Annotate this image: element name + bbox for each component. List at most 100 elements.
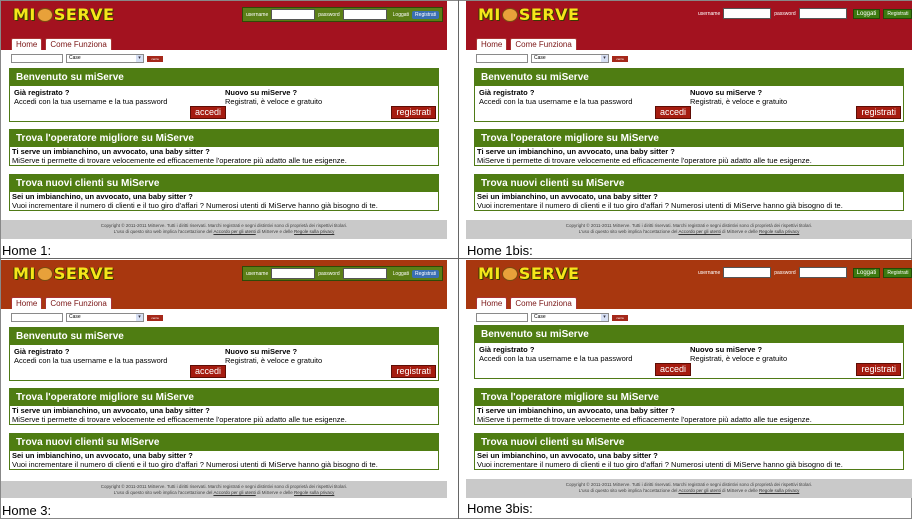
chevron-down-icon: ▾ [601, 55, 608, 62]
registrati-button[interactable]: registrati [856, 106, 901, 119]
clients-title: Trova nuovi clienti su MiServe [475, 434, 903, 451]
register-button[interactable]: Registrati [412, 10, 440, 19]
login-button[interactable]: Loggati [852, 267, 881, 278]
accedi-button[interactable]: accedi [655, 106, 692, 119]
password-input[interactable] [798, 8, 847, 19]
tab-come-funziona[interactable]: Come Funziona [45, 38, 112, 50]
register-button[interactable]: Registrati [412, 269, 440, 278]
search-input[interactable] [476, 313, 528, 322]
panel-home-1: MI SERVE username password Loggati Regist… [1, 1, 447, 239]
username-input[interactable] [271, 268, 316, 279]
search-row: Case ▾ cerca [476, 54, 628, 63]
search-button[interactable]: cerca [147, 55, 163, 62]
clients-question: Sei un imbianchino, un avvocato, una bab… [477, 451, 658, 460]
category-select[interactable]: Case ▾ [531, 54, 609, 63]
welcome-box: Benvenuto su miServe Già registrato ? Ac… [474, 325, 904, 379]
user-agreement-link[interactable]: Accordo per gli utenti [213, 229, 255, 234]
clients-text: Vuoi incrementare il numero di clienti e… [477, 460, 843, 469]
category-select[interactable]: Case ▾ [531, 313, 609, 322]
tab-home[interactable]: Home [476, 38, 508, 50]
terms-text: L'uso di questo sito web implica l'accet… [578, 229, 678, 234]
miserve-logo[interactable]: MI SERVE [13, 5, 114, 24]
header: MI SERVE username password Loggati Regist… [466, 1, 912, 50]
operator-box: Trova l'operatore migliore su MiServe Ti… [474, 129, 904, 166]
registered-text: Accedi con la tua username e la tua pass… [14, 356, 168, 365]
user-agreement-link[interactable]: Accordo per gli utenti [213, 490, 255, 495]
miserve-logo[interactable]: MI SERVE [478, 5, 579, 24]
tab-come-funziona[interactable]: Come Funziona [45, 297, 112, 309]
miserve-logo[interactable]: MI SERVE [478, 264, 579, 283]
search-button[interactable]: cerca [612, 314, 628, 321]
new-question: Nuovo su miServe ? [225, 347, 298, 356]
login-button[interactable]: Loggati [393, 271, 409, 277]
caption-home-1bis: Home 1bis: [467, 243, 533, 258]
clients-title: Trova nuovi clienti su MiServe [10, 175, 438, 192]
register-button[interactable]: Registrati [883, 8, 912, 19]
registered-question: Già registrato ? [479, 88, 535, 97]
tab-home[interactable]: Home [476, 297, 508, 309]
password-label: password [774, 10, 796, 17]
search-input[interactable] [11, 54, 63, 63]
new-text: Registrati, è veloce e gratuito [690, 354, 788, 363]
privacy-link[interactable]: Regole sulla privacy [759, 488, 799, 493]
password-input[interactable] [342, 9, 387, 20]
accedi-button[interactable]: accedi [655, 363, 692, 376]
footer: Copyright © 2011-2011 MiServe. Tutti i d… [1, 481, 447, 498]
handshake-icon [36, 266, 53, 281]
privacy-link[interactable]: Regole sulla privacy [294, 229, 334, 234]
login-button[interactable]: Loggati [393, 12, 409, 18]
user-agreement-link[interactable]: Accordo per gli utenti [678, 229, 720, 234]
registrati-button[interactable]: registrati [391, 106, 436, 119]
privacy-link[interactable]: Regole sulla privacy [294, 490, 334, 495]
accedi-button[interactable]: accedi [190, 365, 227, 378]
username-input[interactable] [723, 8, 772, 19]
operator-text: MiServe ti permette di trovare velocemen… [12, 415, 347, 424]
panel-home-1bis: MI SERVE username password Loggati Regist… [466, 1, 912, 239]
nav-tabs: Home Come Funziona [476, 297, 580, 309]
password-input[interactable] [342, 268, 387, 279]
user-agreement-link[interactable]: Accordo per gli utenti [678, 488, 720, 493]
login-bar: username password Loggati Registrati [698, 266, 912, 279]
search-input[interactable] [476, 54, 528, 63]
header: MI SERVE username password Loggati Regist… [1, 1, 447, 50]
operator-box: Trova l'operatore migliore su MiServe Ti… [9, 129, 439, 166]
login-bar: username password Loggati Registrati [698, 7, 912, 20]
search-button[interactable]: cerca [612, 55, 628, 62]
registrati-button[interactable]: registrati [391, 365, 436, 378]
accedi-button[interactable]: accedi [190, 106, 227, 119]
operator-title: Trova l'operatore migliore su MiServe [475, 389, 903, 406]
tab-come-funziona[interactable]: Come Funziona [510, 297, 577, 309]
new-question: Nuovo su miServe ? [225, 88, 298, 97]
username-input[interactable] [271, 9, 316, 20]
miserve-logo[interactable]: MI SERVE [13, 264, 114, 283]
tab-come-funziona[interactable]: Come Funziona [510, 38, 577, 50]
category-select[interactable]: Case ▾ [66, 313, 144, 322]
registered-question: Già registrato ? [479, 345, 535, 354]
registered-question: Già registrato ? [14, 347, 70, 356]
tab-home[interactable]: Home [11, 297, 43, 309]
username-label: username [698, 269, 721, 276]
search-input[interactable] [11, 313, 63, 322]
welcome-title: Benvenuto su miServe [10, 69, 438, 86]
registered-text: Accedi con la tua username e la tua pass… [479, 97, 633, 106]
search-row: Case ▾ cerca [11, 54, 163, 63]
header: MI SERVE username password Loggati Regist… [466, 260, 912, 309]
clients-question: Sei un imbianchino, un avvocato, una bab… [12, 451, 193, 460]
password-input[interactable] [798, 267, 847, 278]
clients-box: Trova nuovi clienti su MiServe Sei un im… [9, 433, 439, 470]
caption-home-3bis: Home 3bis: [467, 501, 533, 516]
registrati-button[interactable]: registrati [856, 363, 901, 376]
tab-home[interactable]: Home [11, 38, 43, 50]
privacy-link[interactable]: Regole sulla privacy [759, 229, 799, 234]
welcome-title: Benvenuto su miServe [475, 69, 903, 86]
username-input[interactable] [723, 267, 772, 278]
clients-text: Vuoi incrementare il numero di clienti e… [12, 201, 378, 210]
login-button[interactable]: Loggati [852, 8, 881, 19]
divider-horizontal [0, 258, 912, 259]
clients-text: Vuoi incrementare il numero di clienti e… [477, 201, 843, 210]
registered-text: Accedi con la tua username e la tua pass… [479, 354, 633, 363]
register-button[interactable]: Registrati [883, 267, 912, 278]
search-button[interactable]: cerca [147, 314, 163, 321]
category-select[interactable]: Case ▾ [66, 54, 144, 63]
welcome-box: Benvenuto su miServe Già registrato ? Ac… [474, 68, 904, 122]
